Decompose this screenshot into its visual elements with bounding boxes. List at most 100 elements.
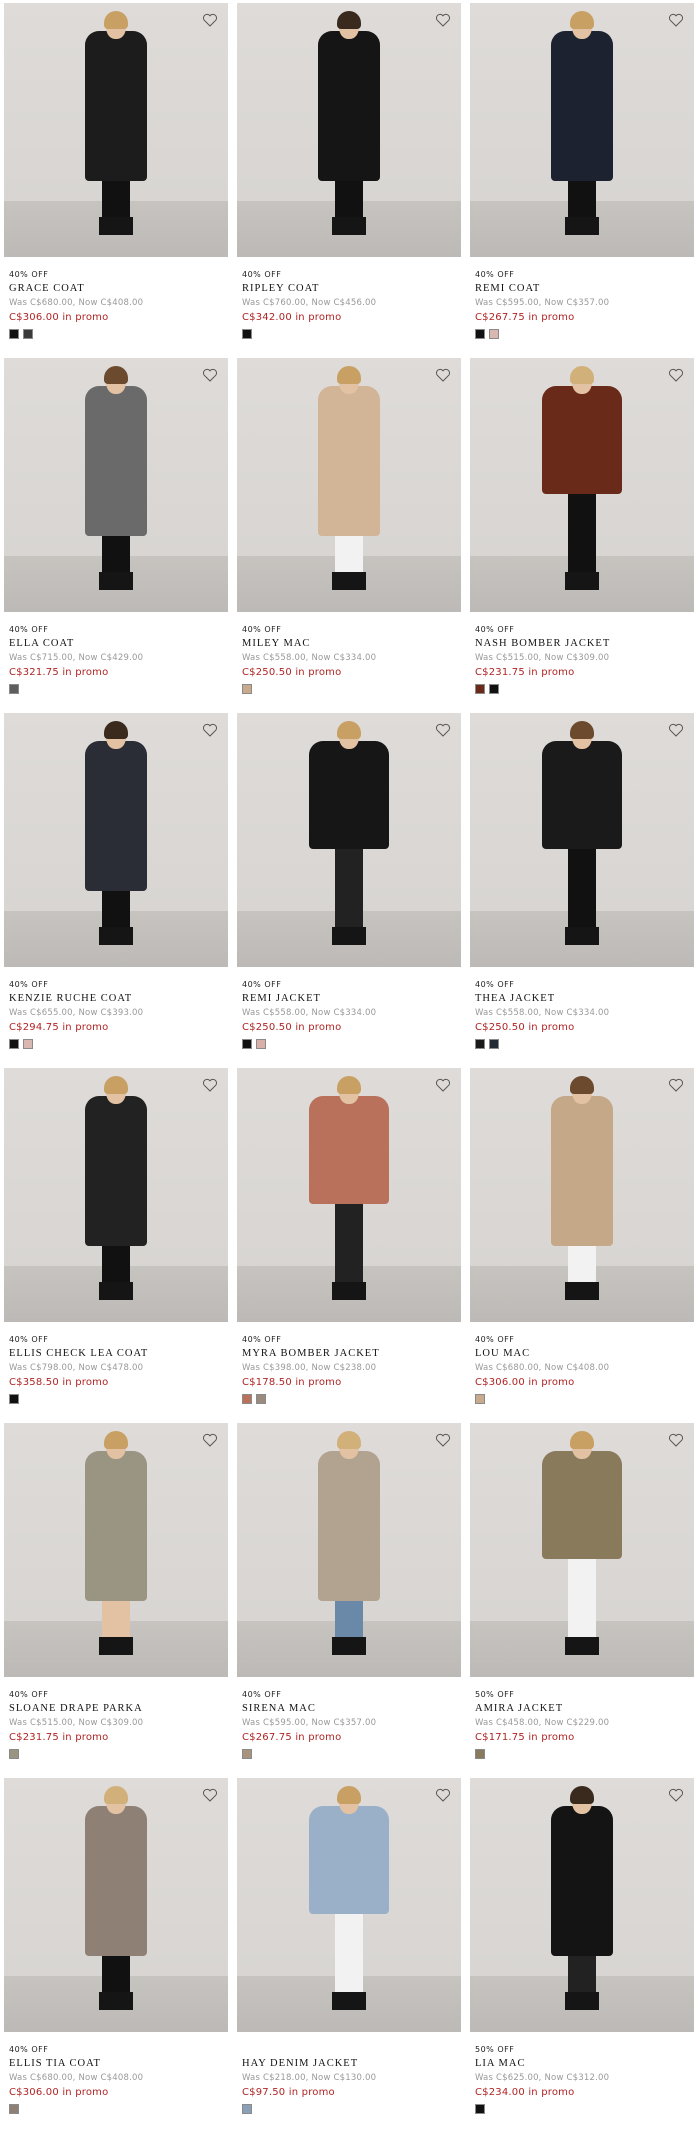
heart-icon[interactable] (435, 12, 451, 28)
product-card[interactable]: 40% OFF MILEY MAC Was C$558.00, Now C$33… (233, 355, 466, 710)
product-name[interactable]: AMIRA JACKET (475, 1701, 694, 1716)
heart-icon[interactable] (435, 1077, 451, 1093)
product-card[interactable]: 40% OFF REMI COAT Was C$595.00, Now C$35… (466, 0, 699, 355)
color-swatch[interactable] (242, 329, 252, 339)
product-name[interactable]: GRACE COAT (9, 281, 228, 296)
product-card[interactable]: 40% OFF LOU MAC Was C$680.00, Now C$408.… (466, 1065, 699, 1420)
heart-icon[interactable] (435, 722, 451, 738)
product-image[interactable] (4, 1778, 228, 2032)
product-image[interactable] (470, 713, 694, 967)
product-name[interactable]: ELLA COAT (9, 636, 228, 651)
color-swatch[interactable] (9, 684, 19, 694)
product-image[interactable] (4, 1423, 228, 1677)
color-swatch[interactable] (475, 329, 485, 339)
model-boots (332, 1282, 366, 1300)
product-name[interactable]: REMI COAT (475, 281, 694, 296)
product-name[interactable]: SLOANE DRAPE PARKA (9, 1701, 228, 1716)
product-name[interactable]: THEA JACKET (475, 991, 694, 1006)
product-name[interactable]: HAY DENIM JACKET (242, 2056, 461, 2071)
color-swatch[interactable] (9, 1039, 19, 1049)
heart-icon[interactable] (202, 1787, 218, 1803)
color-swatch[interactable] (475, 1039, 485, 1049)
color-swatch[interactable] (475, 684, 485, 694)
color-swatch[interactable] (9, 329, 19, 339)
product-image[interactable] (237, 1068, 461, 1322)
product-image[interactable] (470, 1068, 694, 1322)
product-card[interactable]: 40% OFF ELLA COAT Was C$715.00, Now C$42… (0, 355, 233, 710)
color-swatch[interactable] (242, 1749, 252, 1759)
product-image[interactable] (237, 713, 461, 967)
product-card[interactable]: 40% OFF SIRENA MAC Was C$595.00, Now C$3… (233, 1420, 466, 1775)
product-card[interactable]: 40% OFF REMI JACKET Was C$558.00, Now C$… (233, 710, 466, 1065)
product-card[interactable]: 50% OFF AMIRA JACKET Was C$458.00, Now C… (466, 1420, 699, 1775)
product-card[interactable]: 40% OFF ELLIS CHECK LEA COAT Was C$798.0… (0, 1065, 233, 1420)
color-swatch[interactable] (489, 329, 499, 339)
heart-icon[interactable] (202, 12, 218, 28)
heart-icon[interactable] (202, 1432, 218, 1448)
color-swatch[interactable] (242, 1394, 252, 1404)
product-image[interactable] (470, 1778, 694, 2032)
color-swatch[interactable] (475, 1394, 485, 1404)
product-card[interactable]: 40% OFF ELLIS TIA COAT Was C$680.00, Now… (0, 1775, 233, 2130)
product-card[interactable]: 40% OFF KENZIE RUCHE COAT Was C$655.00, … (0, 710, 233, 1065)
product-name[interactable]: KENZIE RUCHE COAT (9, 991, 228, 1006)
color-swatch[interactable] (9, 2104, 19, 2114)
color-swatch[interactable] (475, 2104, 485, 2114)
product-image[interactable] (470, 3, 694, 257)
color-swatch[interactable] (489, 684, 499, 694)
color-swatch[interactable] (256, 1039, 266, 1049)
heart-icon[interactable] (668, 1787, 684, 1803)
color-swatch[interactable] (23, 1039, 33, 1049)
heart-icon[interactable] (435, 1787, 451, 1803)
color-swatch[interactable] (9, 1749, 19, 1759)
heart-icon[interactable] (435, 367, 451, 383)
product-image[interactable] (4, 3, 228, 257)
product-name[interactable]: ELLIS TIA COAT (9, 2056, 228, 2071)
color-swatch[interactable] (475, 1749, 485, 1759)
heart-icon[interactable] (668, 1077, 684, 1093)
product-image[interactable] (237, 1423, 461, 1677)
product-image[interactable] (470, 1423, 694, 1677)
product-card[interactable]: HAY DENIM JACKET Was C$218.00, Now C$130… (233, 1775, 466, 2130)
product-name[interactable]: MILEY MAC (242, 636, 461, 651)
product-card[interactable]: 40% OFF MYRA BOMBER JACKET Was C$398.00,… (233, 1065, 466, 1420)
color-swatch[interactable] (489, 1039, 499, 1049)
heart-icon[interactable] (202, 367, 218, 383)
heart-icon[interactable] (202, 1077, 218, 1093)
product-card[interactable]: 40% OFF GRACE COAT Was C$680.00, Now C$4… (0, 0, 233, 355)
product-name[interactable]: LOU MAC (475, 1346, 694, 1361)
product-image[interactable] (4, 713, 228, 967)
heart-icon[interactable] (435, 1432, 451, 1448)
product-image[interactable] (4, 1068, 228, 1322)
heart-icon[interactable] (668, 722, 684, 738)
product-name[interactable]: REMI JACKET (242, 991, 461, 1006)
product-image[interactable] (470, 358, 694, 612)
promo-price: C$250.50 in promo (475, 1022, 575, 1033)
product-name[interactable]: ELLIS CHECK LEA COAT (9, 1346, 228, 1361)
heart-icon[interactable] (668, 367, 684, 383)
color-swatch[interactable] (242, 2104, 252, 2114)
color-swatch[interactable] (242, 684, 252, 694)
product-image[interactable] (4, 358, 228, 612)
product-card[interactable]: 50% OFF LIA MAC Was C$625.00, Now C$312.… (466, 1775, 699, 2130)
color-swatch[interactable] (9, 1394, 19, 1404)
product-image[interactable] (237, 1778, 461, 2032)
promo-badge: 40% OFF (475, 1335, 515, 1344)
color-swatch[interactable] (256, 1394, 266, 1404)
heart-icon[interactable] (668, 12, 684, 28)
product-name[interactable]: MYRA BOMBER JACKET (242, 1346, 461, 1361)
heart-icon[interactable] (668, 1432, 684, 1448)
product-name[interactable]: RIPLEY COAT (242, 281, 461, 296)
product-name[interactable]: LIA MAC (475, 2056, 694, 2071)
heart-icon[interactable] (202, 722, 218, 738)
color-swatch[interactable] (242, 1039, 252, 1049)
product-card[interactable]: 40% OFF NASH BOMBER JACKET Was C$515.00,… (466, 355, 699, 710)
product-name[interactable]: NASH BOMBER JACKET (475, 636, 694, 651)
product-card[interactable]: 40% OFF RIPLEY COAT Was C$760.00, Now C$… (233, 0, 466, 355)
color-swatch[interactable] (23, 329, 33, 339)
product-image[interactable] (237, 3, 461, 257)
product-name[interactable]: SIRENA MAC (242, 1701, 461, 1716)
product-card[interactable]: 40% OFF THEA JACKET Was C$558.00, Now C$… (466, 710, 699, 1065)
product-card[interactable]: 40% OFF SLOANE DRAPE PARKA Was C$515.00,… (0, 1420, 233, 1775)
product-image[interactable] (237, 358, 461, 612)
